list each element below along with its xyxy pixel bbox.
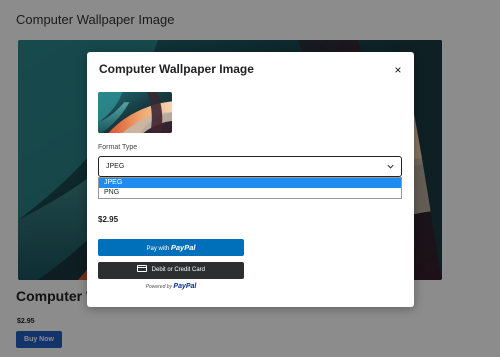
credit-card-icon (136, 265, 147, 272)
debit-credit-card-button[interactable]: Debit or Credit Card (98, 262, 244, 279)
purchase-modal: Computer Wallpaper Image × Format Type J… (87, 52, 414, 307)
powered-by-prefix: Powered by (145, 284, 173, 290)
paypal-button-prefix: Pay with (146, 246, 170, 252)
modal-title: Computer Wallpaper Image (99, 62, 254, 76)
format-type-label: Format Type (98, 144, 138, 151)
format-option-png[interactable]: PNG (99, 188, 401, 198)
format-type-dropdown: JPEG PNG (98, 177, 402, 199)
paypal-logo: PayPal (170, 243, 196, 252)
powered-by-paypal-logo: PayPal (173, 283, 197, 290)
wallpaper-thumbnail (98, 92, 172, 133)
powered-by-paypal: Powered by PayPal (98, 283, 244, 290)
format-option-jpeg[interactable]: JPEG (99, 178, 401, 188)
card-button-label: Debit or Credit Card (151, 267, 206, 273)
format-type-value: JPEG (106, 163, 125, 170)
paypal-button[interactable]: Pay with PayPal (98, 239, 244, 256)
modal-price: $2.95 (98, 215, 119, 224)
chevron-down-icon (387, 164, 394, 169)
format-type-select[interactable]: JPEG (98, 156, 402, 177)
close-icon[interactable]: × (392, 64, 404, 76)
